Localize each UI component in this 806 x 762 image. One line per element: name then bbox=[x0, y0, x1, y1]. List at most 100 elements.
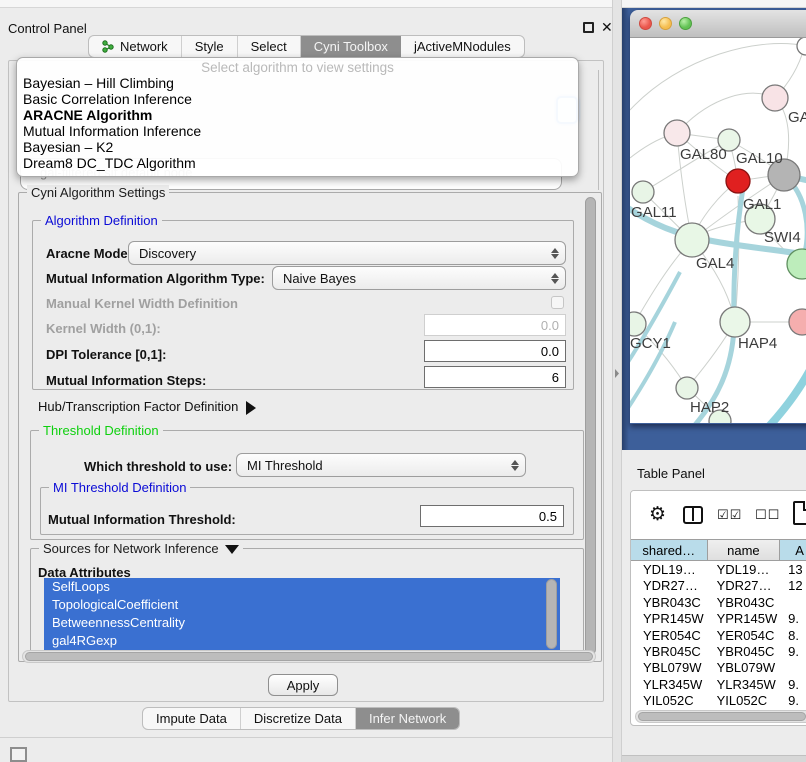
sources-title-label: Sources for Network Inference bbox=[43, 541, 219, 556]
sources-group-title[interactable]: Sources for Network Inference bbox=[39, 541, 243, 556]
float-panel-icon[interactable] bbox=[583, 22, 594, 33]
aracne-mode-label: Aracne Mode: bbox=[46, 246, 132, 261]
data-attribute-item[interactable]: SelfLoops bbox=[44, 578, 560, 596]
manual-kernel-checkbox[interactable] bbox=[551, 296, 564, 309]
table-row[interactable]: YER054CYER054C8. bbox=[631, 628, 806, 644]
split-pane-divider[interactable] bbox=[612, 0, 622, 762]
data-attributes-list[interactable]: SelfLoopsTopologicalCoefficientBetweenne… bbox=[44, 578, 560, 650]
collapse-arrow-icon bbox=[225, 545, 239, 554]
settings-horizontal-scrollbar[interactable] bbox=[22, 650, 596, 663]
node-selected-red[interactable] bbox=[726, 169, 750, 193]
close-panel-icon[interactable]: ✕ bbox=[601, 19, 613, 36]
network-labels: GAL GAL80 GAL10 GAL1 GAL11 SWI4 GAL4 GCY… bbox=[630, 109, 806, 416]
group-title: Algorithm Definition bbox=[41, 213, 162, 228]
dropdown-item[interactable]: ARACNE Algorithm bbox=[17, 107, 578, 123]
combo-caret-icon bbox=[511, 454, 519, 476]
dropdown-item[interactable]: Basic Correlation Inference bbox=[17, 91, 578, 107]
dropdown-item[interactable]: Mutual Information Inference bbox=[17, 123, 578, 139]
node-hap2[interactable] bbox=[676, 377, 698, 399]
tab-label: Cyni Toolbox bbox=[314, 39, 388, 54]
kernel-width-field[interactable]: 0.0 bbox=[424, 314, 566, 336]
tab-style[interactable]: Style bbox=[182, 36, 238, 57]
node-gal-partial[interactable] bbox=[762, 85, 788, 111]
tab-discretize-data[interactable]: Discretize Data bbox=[241, 708, 356, 729]
table-row[interactable]: YLR345WYLR345W9. bbox=[631, 677, 806, 693]
data-attribute-item[interactable]: TopologicalCoefficient bbox=[44, 596, 560, 614]
tab-select[interactable]: Select bbox=[238, 36, 301, 57]
node-gcy1[interactable] bbox=[630, 312, 646, 336]
tab-infer-network[interactable]: Infer Network bbox=[356, 708, 459, 729]
network-canvas[interactable]: GAL GAL80 GAL10 GAL1 GAL11 SWI4 GAL4 GCY… bbox=[630, 38, 806, 423]
mi-steps-label: Mutual Information Steps: bbox=[46, 373, 206, 388]
table-cell: YBL079W bbox=[631, 660, 707, 676]
table-cell: 9. bbox=[780, 677, 806, 693]
table-cell: YLR345W bbox=[631, 677, 707, 693]
mi-type-combo[interactable]: Naive Bayes bbox=[272, 266, 566, 290]
mi-steps-field[interactable]: 6 bbox=[424, 366, 566, 388]
table-row[interactable]: YDL19…YDL19…13 bbox=[631, 562, 806, 578]
dropdown-item[interactable]: Bayesian – Hill Climbing bbox=[17, 75, 578, 91]
minimize-traffic-light-icon[interactable] bbox=[659, 17, 672, 30]
checked-columns-icon[interactable]: ☑☑ bbox=[717, 507, 742, 523]
tab-jactivemnodules[interactable]: jActiveMNodules bbox=[401, 36, 524, 57]
node-gal11[interactable] bbox=[632, 181, 654, 203]
expand-arrow-icon bbox=[246, 401, 256, 415]
table-panel: ⚙ ☑☑ ☐☐ shared… name A YDL19…YDL19…13YDR… bbox=[630, 490, 806, 726]
tab-impute-data[interactable]: Impute Data bbox=[143, 708, 241, 729]
unchecked-columns-icon[interactable]: ☐☐ bbox=[755, 507, 780, 523]
dropdown-item[interactable]: Bayesian – K2 bbox=[17, 139, 578, 155]
node-label: GAL4 bbox=[696, 255, 734, 272]
column-header-shared-name[interactable]: shared… bbox=[631, 540, 708, 560]
dropdown-item[interactable]: Dream8 DC_TDC Algorithm bbox=[17, 155, 578, 171]
aracne-mode-combo[interactable]: Discovery bbox=[128, 241, 566, 265]
data-attribute-item[interactable]: BetweennessCentrality bbox=[44, 614, 560, 632]
which-threshold-value: MI Threshold bbox=[247, 458, 323, 473]
tab-label: Network bbox=[120, 39, 168, 54]
table-row[interactable]: YBR043CYBR043C bbox=[631, 595, 806, 611]
column-header-partial[interactable]: A bbox=[780, 540, 806, 560]
node-hap4[interactable] bbox=[720, 307, 750, 337]
bottom-tabbar: Impute Data Discretize Data Infer Networ… bbox=[142, 707, 460, 730]
column-header-name[interactable]: name bbox=[708, 540, 781, 560]
attributes-vertical-scrollbar[interactable] bbox=[546, 579, 557, 649]
table-cell: 9. bbox=[780, 693, 806, 709]
control-panel-title: Control Panel bbox=[8, 21, 87, 36]
settings-vertical-scrollbar[interactable] bbox=[585, 197, 596, 655]
table-cell: YPR145W bbox=[631, 611, 707, 627]
network-window-titlebar[interactable] bbox=[630, 10, 806, 38]
table-body: YDL19…YDL19…13YDR27…YDR27…12YBR043CYBR04… bbox=[631, 562, 806, 710]
new-table-icon[interactable] bbox=[793, 501, 806, 525]
node-gal80[interactable] bbox=[664, 120, 690, 146]
table-horizontal-scrollbar[interactable] bbox=[635, 710, 806, 723]
app-top-strip bbox=[0, 0, 806, 8]
gear-icon[interactable]: ⚙ bbox=[649, 503, 666, 526]
table-row[interactable]: YDR27…YDR27…12 bbox=[631, 578, 806, 594]
scrollbar-thumb[interactable] bbox=[638, 712, 806, 721]
network-window[interactable]: GAL GAL80 GAL10 GAL1 GAL11 SWI4 GAL4 GCY… bbox=[630, 10, 806, 424]
tab-cyni-toolbox[interactable]: Cyni Toolbox bbox=[301, 36, 401, 57]
tab-network[interactable]: Network bbox=[89, 36, 182, 57]
data-attribute-item[interactable]: gal4RGexp bbox=[44, 632, 560, 650]
scrollbar-thumb[interactable] bbox=[25, 652, 593, 661]
table-row[interactable]: YPR145WYPR145W9. bbox=[631, 611, 806, 627]
hub-definition-toggle[interactable]: Hub/Transcription Factor Definition bbox=[38, 399, 256, 415]
mi-threshold-field[interactable]: 0.5 bbox=[420, 505, 564, 527]
which-threshold-combo[interactable]: MI Threshold bbox=[236, 453, 526, 477]
table-row[interactable]: YBR045CYBR045C9. bbox=[631, 644, 806, 660]
mi-type-label: Mutual Information Algorithm Type: bbox=[46, 271, 265, 286]
table-cell: YIL052C bbox=[707, 693, 781, 709]
control-panel-header: Control Panel ✕ bbox=[0, 8, 612, 34]
node-y-partial[interactable] bbox=[789, 309, 806, 335]
table-row[interactable]: YIL052CYIL052C9. bbox=[631, 693, 806, 709]
table-cell: 9. bbox=[780, 644, 806, 660]
minimized-panel-icon[interactable] bbox=[10, 747, 27, 762]
node-gal4[interactable] bbox=[675, 223, 709, 257]
table-row[interactable]: YBL079WYBL079W bbox=[631, 660, 806, 676]
zoom-traffic-light-icon[interactable] bbox=[679, 17, 692, 30]
apply-button[interactable]: Apply bbox=[268, 674, 338, 696]
close-traffic-light-icon[interactable] bbox=[639, 17, 652, 30]
dpi-tolerance-field[interactable]: 0.0 bbox=[424, 340, 566, 362]
node-partial-top[interactable] bbox=[797, 38, 806, 55]
column-view-icon[interactable] bbox=[683, 506, 703, 524]
network-icon bbox=[102, 40, 115, 53]
